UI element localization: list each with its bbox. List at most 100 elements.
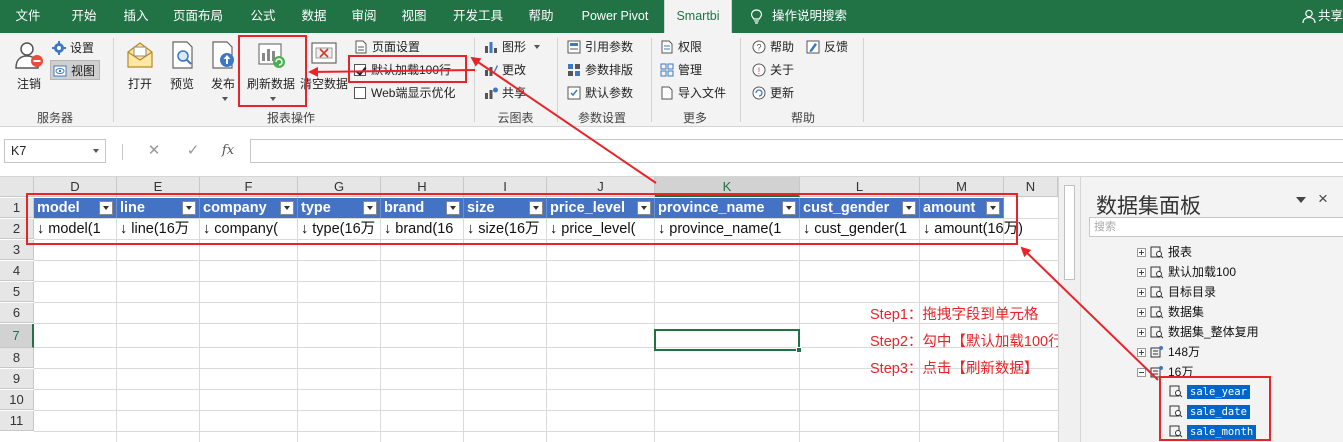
panel-search-input[interactable]: 搜索 bbox=[1089, 217, 1343, 237]
import-file-button[interactable]: 导入文件 bbox=[660, 83, 726, 103]
row-header-6[interactable]: 6 bbox=[0, 303, 34, 323]
select-all-corner[interactable] bbox=[0, 177, 34, 197]
manage-button[interactable]: 管理 bbox=[660, 60, 702, 80]
table-header-cell[interactable]: company bbox=[200, 198, 298, 218]
tab-formulas[interactable]: 公式 bbox=[239, 0, 287, 33]
column-header-L[interactable]: L bbox=[800, 177, 920, 197]
tab-file[interactable]: 文件 bbox=[4, 0, 52, 33]
row-header-8[interactable]: 8 bbox=[0, 348, 34, 368]
filter-dropdown-icon[interactable] bbox=[182, 201, 196, 215]
tab-developer[interactable]: 开发工具 bbox=[444, 0, 512, 33]
chart-button[interactable]: 图形 bbox=[484, 37, 541, 57]
publish-button[interactable]: 发布 bbox=[207, 39, 239, 101]
row-header-3[interactable]: 3 bbox=[0, 240, 34, 260]
share-button[interactable]: 共享 bbox=[1300, 0, 1343, 33]
filter-dropdown-icon[interactable] bbox=[363, 201, 377, 215]
tab-insert[interactable]: 插入 bbox=[112, 0, 160, 33]
filter-dropdown-icon[interactable] bbox=[637, 201, 651, 215]
row-header-5[interactable]: 5 bbox=[0, 282, 34, 302]
view-button[interactable]: 视图 bbox=[50, 60, 101, 80]
column-header-N[interactable]: N bbox=[1004, 177, 1058, 197]
table-cell[interactable]: ↓ model(1 bbox=[34, 219, 117, 239]
table-header-cell[interactable]: price_level bbox=[547, 198, 655, 218]
about-button[interactable]: ! 关于 bbox=[752, 60, 794, 80]
filter-dropdown-icon[interactable] bbox=[99, 201, 113, 215]
column-header-G[interactable]: G bbox=[298, 177, 381, 197]
table-cell[interactable]: ↓ brand(16 bbox=[381, 219, 464, 239]
filter-dropdown-icon[interactable] bbox=[902, 201, 916, 215]
tab-power-pivot[interactable]: Power Pivot bbox=[570, 0, 660, 33]
cancel-icon[interactable]: ✕ bbox=[144, 141, 164, 161]
tab-review[interactable]: 审阅 bbox=[341, 0, 387, 33]
cloud-share-button[interactable]: 共享 bbox=[484, 83, 526, 103]
row-header-10[interactable]: 10 bbox=[0, 390, 34, 410]
feedback-button[interactable]: 反馈 bbox=[806, 37, 848, 57]
refresh-data-button[interactable]: 刷新数据 bbox=[243, 39, 299, 101]
row-header-7[interactable]: 7 bbox=[0, 324, 34, 348]
table-header-cell[interactable]: line bbox=[117, 198, 200, 218]
logout-button[interactable]: 注销 bbox=[10, 39, 48, 92]
page-setup-button[interactable]: 页面设置 bbox=[354, 37, 420, 57]
column-header-D[interactable]: D bbox=[34, 177, 117, 197]
tree-item-dataset-reuse[interactable]: 数据集_整体复用 bbox=[1137, 322, 1259, 342]
expand-icon[interactable] bbox=[1137, 268, 1146, 277]
vertical-scrollbar[interactable] bbox=[1058, 177, 1080, 442]
tab-help[interactable]: 帮助 bbox=[519, 0, 563, 33]
default-load-100-checkbox[interactable]: 默认加载100行 bbox=[354, 60, 451, 80]
preview-button[interactable]: 预览 bbox=[164, 39, 200, 92]
default-params-button[interactable]: 默认参数 bbox=[567, 83, 633, 103]
tab-page-layout[interactable]: 页面布局 bbox=[163, 0, 233, 33]
row-header-4[interactable]: 4 bbox=[0, 261, 34, 281]
column-header-M[interactable]: M bbox=[920, 177, 1004, 197]
reference-params-button[interactable]: 引用参数 bbox=[567, 37, 633, 57]
column-header-J[interactable]: J bbox=[547, 177, 655, 197]
field-item-sale-date[interactable]: sale_date bbox=[1169, 404, 1250, 422]
tab-view[interactable]: 视图 bbox=[390, 0, 438, 33]
expand-icon[interactable] bbox=[1137, 348, 1146, 357]
settings-button[interactable]: 设置 bbox=[52, 38, 94, 58]
field-item-sale-year[interactable]: sale_year bbox=[1169, 384, 1250, 402]
web-optimize-checkbox[interactable]: Web端显示优化 bbox=[354, 83, 455, 103]
table-cell[interactable]: ↓ amount(16万) bbox=[920, 219, 1050, 239]
modify-button[interactable]: 更改 bbox=[484, 60, 526, 80]
expand-icon[interactable] bbox=[1137, 288, 1146, 297]
row-header-11[interactable]: 11 bbox=[0, 411, 34, 431]
expand-icon[interactable] bbox=[1137, 328, 1146, 337]
panel-menu-chevron-icon[interactable] bbox=[1296, 197, 1306, 203]
table-header-cell[interactable]: size bbox=[464, 198, 547, 218]
table-header-cell[interactable]: province_name bbox=[655, 198, 800, 218]
table-cell[interactable]: ↓ line(16万 bbox=[117, 219, 200, 239]
tab-home[interactable]: 开始 bbox=[58, 0, 110, 33]
table-header-cell[interactable]: cust_gender bbox=[800, 198, 920, 218]
params-layout-button[interactable]: 参数排版 bbox=[567, 60, 633, 80]
filter-dropdown-icon[interactable] bbox=[782, 201, 796, 215]
row-header-1[interactable]: 1 bbox=[0, 198, 34, 218]
tree-item-16w[interactable]: 16万 bbox=[1137, 362, 1193, 382]
update-button[interactable]: 更新 bbox=[752, 83, 794, 103]
column-header-H[interactable]: H bbox=[381, 177, 464, 197]
filter-dropdown-icon[interactable] bbox=[529, 201, 543, 215]
tree-item-148w[interactable]: 148万 bbox=[1137, 342, 1200, 362]
filter-dropdown-icon[interactable] bbox=[280, 201, 294, 215]
tab-smartbi[interactable]: Smartbi bbox=[664, 0, 732, 33]
table-cell[interactable]: ↓ province_name(1 bbox=[655, 219, 800, 239]
column-header-K[interactable]: K bbox=[655, 177, 800, 197]
column-header-F[interactable]: F bbox=[200, 177, 298, 197]
table-cell[interactable]: ↓ size(16万 bbox=[464, 219, 547, 239]
expand-icon[interactable] bbox=[1137, 248, 1146, 257]
table-header-cell[interactable]: brand bbox=[381, 198, 464, 218]
tree-item-dataset[interactable]: 数据集 bbox=[1137, 302, 1204, 322]
name-box[interactable]: K7 bbox=[4, 139, 106, 163]
checkbox-unchecked[interactable] bbox=[354, 87, 366, 99]
insert-function-icon[interactable]: fx bbox=[218, 141, 238, 161]
table-cell[interactable]: ↓ type(16万 bbox=[298, 219, 381, 239]
row-header-9[interactable]: 9 bbox=[0, 369, 34, 389]
open-button[interactable]: 打开 bbox=[122, 39, 158, 92]
table-header-cell[interactable]: model bbox=[34, 198, 117, 218]
tree-item-default-load[interactable]: 默认加载100 bbox=[1137, 262, 1236, 282]
scrollbar-thumb[interactable] bbox=[1064, 185, 1075, 280]
permissions-button[interactable]: 权限 bbox=[660, 37, 702, 57]
table-header-cell[interactable]: amount bbox=[920, 198, 1004, 218]
checkbox-checked[interactable] bbox=[354, 64, 366, 76]
tree-item-target-directory[interactable]: 目标目录 bbox=[1137, 282, 1216, 302]
